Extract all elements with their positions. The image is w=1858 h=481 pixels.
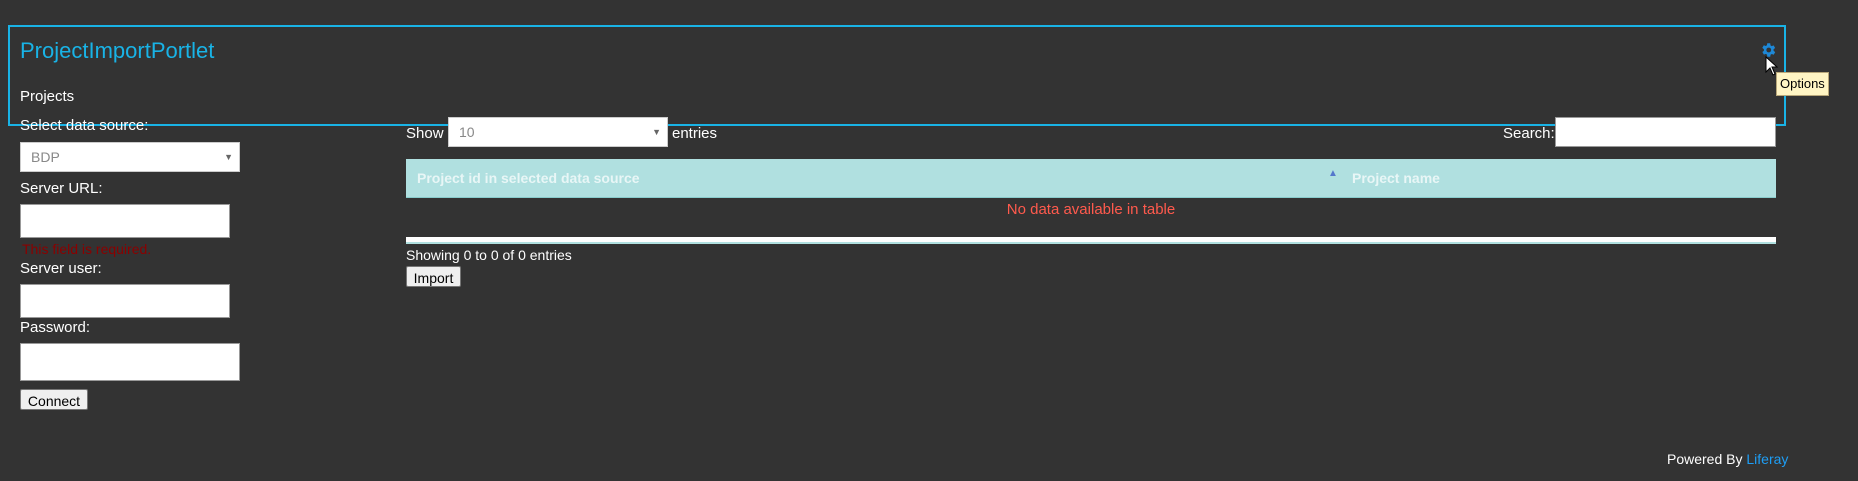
page-size-select[interactable]: 10 ▼ [448, 117, 668, 147]
portlet-title: ProjectImportPortlet [20, 38, 215, 63]
server-user-input[interactable] [20, 284, 230, 318]
data-source-value: BDP [31, 149, 60, 165]
data-source-select[interactable]: BDP ▼ [20, 142, 240, 172]
chevron-down-icon: ▼ [652, 127, 661, 137]
section-heading: Projects [20, 88, 75, 105]
table-header: Project id in selected data source ▲ Pro… [406, 159, 1776, 198]
search-label: Search: [1503, 125, 1555, 142]
password-label: Password: [20, 319, 91, 336]
powered-by-text: Powered By [1667, 451, 1743, 467]
server-url-input[interactable] [20, 204, 230, 238]
column-project-name[interactable]: Project name [1352, 170, 1440, 186]
search-input[interactable] [1555, 117, 1776, 147]
server-user-label: Server user: [20, 260, 102, 277]
data-source-label: Select data source: [20, 117, 149, 134]
page-size-value: 10 [459, 124, 475, 140]
connect-button[interactable]: Connect [20, 389, 88, 410]
portlet-frame [8, 25, 1786, 126]
entries-label: entries [672, 125, 718, 142]
empty-table-message: No data available in table [1006, 201, 1176, 218]
liferay-link[interactable]: Liferay [1746, 451, 1788, 467]
powered-by-footer: Powered By Liferay [1667, 451, 1788, 467]
table-footer [406, 237, 1776, 244]
chevron-down-icon: ▼ [224, 152, 233, 162]
server-url-label: Server URL: [20, 180, 103, 197]
password-input[interactable] [20, 343, 240, 381]
sort-asc-icon: ▲ [1328, 168, 1338, 179]
column-project-id[interactable]: Project id in selected data source [417, 170, 640, 186]
show-label: Show [406, 125, 444, 142]
table-info: Showing 0 to 0 of 0 entries [406, 247, 572, 263]
server-url-error: This field is required. [22, 241, 152, 257]
import-button[interactable]: Import [406, 266, 461, 287]
options-tooltip: Options [1776, 72, 1829, 96]
